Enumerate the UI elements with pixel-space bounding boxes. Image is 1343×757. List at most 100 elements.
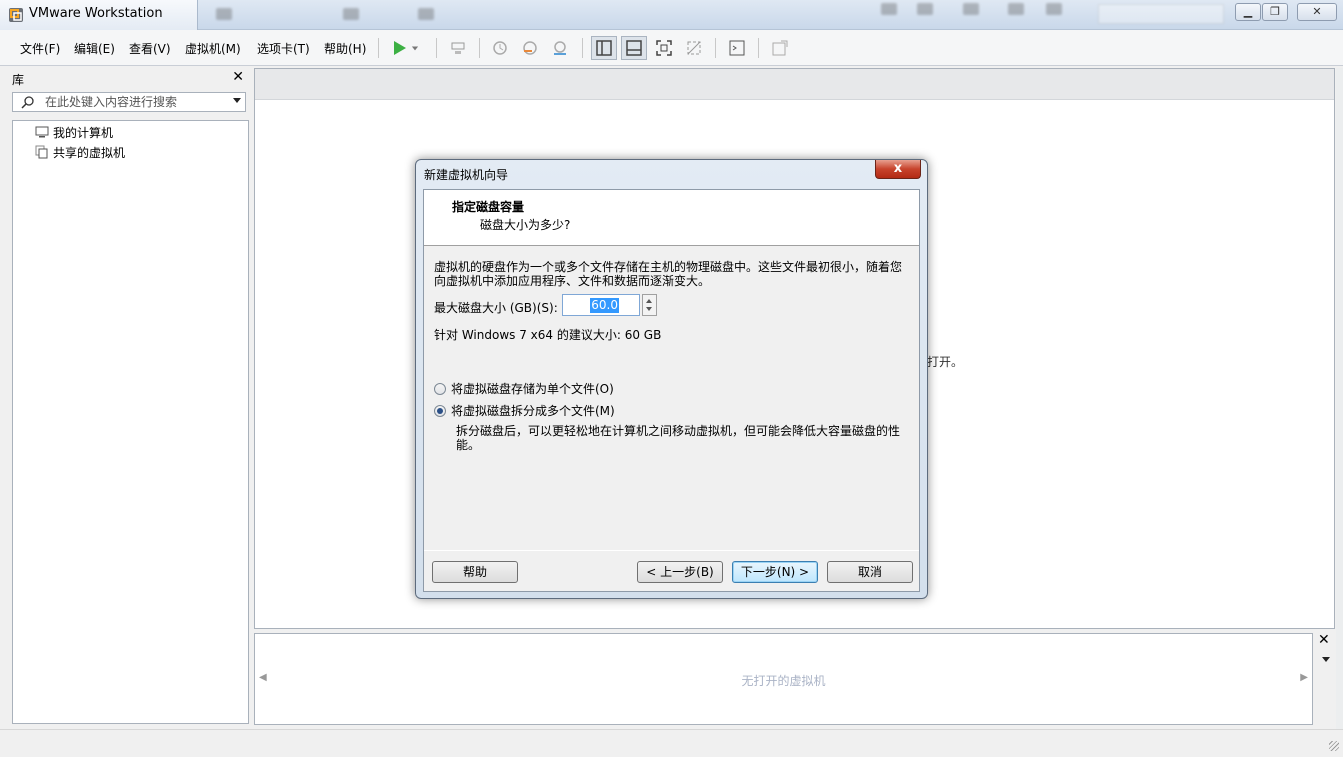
next-button[interactable]: 下一步(N) >	[732, 561, 818, 583]
step-title: 指定磁盘容量	[452, 200, 525, 214]
tree-item-label: 共享的虚拟机	[53, 145, 126, 160]
unity-button[interactable]	[681, 36, 707, 60]
library-panel: 库 ✕ 我的计算机 共享的虚拟机	[8, 68, 250, 726]
menu-vm[interactable]: 虚拟机(M)	[185, 40, 241, 57]
max-disk-size-value[interactable]: 60.0	[590, 298, 619, 313]
revert-snapshot-icon	[523, 41, 537, 55]
menu-tabs[interactable]: 选项卡(T)	[257, 40, 310, 57]
toolbar-separator	[715, 38, 716, 58]
radio-single-file[interactable]: 将虚拟磁盘存储为单个文件(O)	[434, 380, 614, 397]
snapshot-icon	[493, 41, 507, 55]
show-thumbnail-bar-button[interactable]	[621, 36, 647, 60]
radio-label: 将虚拟磁盘存储为单个文件(O)	[451, 382, 614, 396]
max-disk-size-field[interactable]: 60.0	[562, 294, 640, 316]
split-description: 拆分磁盘后，可以更轻松地在计算机之间移动虚拟机，但可能会降低大容量磁盘的性能。	[456, 424, 901, 452]
max-disk-size-label: 最大磁盘大小 (GB)(S):	[434, 301, 558, 315]
menu-help[interactable]: 帮助(H)	[324, 40, 366, 57]
library-search[interactable]	[12, 92, 246, 112]
resize-grip-icon[interactable]	[1329, 741, 1339, 751]
menu-edit[interactable]: 编辑(E)	[74, 40, 115, 57]
minimize-icon: ▁	[1243, 5, 1253, 18]
close-window-button[interactable]: ✕	[1297, 3, 1337, 21]
new-vm-wizard-dialog: 新建虚拟机向导 x 指定磁盘容量 磁盘大小为多少? 虚拟机的硬盘作为一个或多个文…	[415, 159, 928, 599]
library-title: 库	[12, 73, 25, 87]
power-dropdown-button[interactable]	[408, 36, 422, 60]
full-screen-icon	[656, 40, 672, 56]
toolbar-separator	[378, 38, 379, 58]
tree-item-my-computer[interactable]: 我的计算机	[35, 123, 113, 141]
toolbar-separator	[436, 38, 437, 58]
dialog-body: 指定磁盘容量 磁盘大小为多少? 虚拟机的硬盘作为一个或多个文件存储在主机的物理磁…	[423, 189, 920, 592]
close-icon: ✕	[1312, 5, 1322, 18]
radio-split-files[interactable]: 将虚拟磁盘拆分成多个文件(M)	[434, 402, 615, 419]
tab-band	[255, 69, 1334, 100]
vmware-logo-icon	[9, 8, 23, 22]
unity-icon	[687, 41, 701, 55]
toolbar-separator	[479, 38, 480, 58]
help-button[interactable]: 帮助	[432, 561, 518, 583]
right-edge-scroll[interactable]	[1336, 68, 1343, 748]
library-header: 库 ✕	[8, 68, 250, 88]
thumbnail-bar: ◀ 无打开的虚拟机 ▶	[254, 633, 1313, 725]
console-view-button[interactable]	[724, 36, 750, 60]
title-bar: VMware Workstation ▁ ❐ ✕	[0, 0, 1343, 30]
radio-unchecked-icon[interactable]	[434, 382, 446, 395]
spin-down-icon[interactable]	[646, 307, 652, 311]
thumbnail-view-icon	[626, 40, 642, 56]
blurred-icon	[1008, 3, 1024, 15]
send-keys-button[interactable]	[445, 36, 471, 60]
radio-checked-icon[interactable]	[434, 404, 446, 417]
terminal-icon	[729, 40, 745, 56]
library-close-icon[interactable]: ✕	[232, 69, 244, 85]
chevron-down-icon[interactable]	[1322, 657, 1330, 662]
blurred-icon	[1046, 3, 1062, 15]
radio-label: 将虚拟磁盘拆分成多个文件(M)	[451, 404, 615, 418]
blurred-icon	[418, 8, 434, 20]
show-library-button[interactable]	[591, 36, 617, 60]
library-tree: 我的计算机 共享的虚拟机	[12, 120, 249, 724]
blurred-icon	[963, 3, 979, 15]
play-icon	[394, 41, 406, 55]
snapshot-manager-icon	[554, 41, 566, 55]
blurred-tabs-area	[198, 0, 1228, 30]
cancel-button[interactable]: 取消	[827, 561, 913, 583]
minimize-button[interactable]: ▁	[1235, 3, 1261, 21]
shared-vm-icon	[35, 145, 48, 159]
chevron-down-icon[interactable]	[233, 98, 241, 103]
blurred-icon	[917, 3, 933, 15]
computer-icon	[35, 126, 49, 138]
snapshot-button[interactable]	[487, 36, 513, 60]
library-view-icon	[596, 40, 612, 56]
revert-snapshot-button[interactable]	[517, 36, 543, 60]
menu-view[interactable]: 查看(V)	[129, 40, 171, 57]
send-keys-icon	[451, 42, 465, 54]
menu-file[interactable]: 文件(F)	[20, 40, 60, 57]
main-hint-text: 打开。	[927, 355, 964, 369]
thumbnail-close-icon[interactable]: ✕	[1318, 632, 1330, 648]
stretch-icon	[772, 40, 788, 56]
maximize-button[interactable]: ❐	[1262, 3, 1288, 21]
spin-up-icon[interactable]	[646, 299, 652, 303]
snapshot-manager-button[interactable]	[547, 36, 573, 60]
stretch-guest-button[interactable]	[767, 36, 793, 60]
dialog-title: 新建虚拟机向导	[424, 168, 509, 182]
toolbar-separator	[582, 38, 583, 58]
tree-item-shared-vms[interactable]: 共享的虚拟机	[35, 143, 125, 161]
status-bar	[0, 729, 1343, 757]
dialog-close-button[interactable]: x	[875, 160, 921, 179]
restore-icon: ❐	[1270, 5, 1280, 18]
search-icon	[21, 96, 34, 109]
footer-separator	[424, 550, 919, 551]
library-search-input[interactable]	[45, 94, 225, 110]
close-icon: x	[893, 161, 903, 176]
recommended-size-text: 针对 Windows 7 x64 的建议大小: 60 GB	[434, 328, 662, 342]
disk-size-spinner[interactable]	[642, 294, 657, 316]
back-button[interactable]: < 上一步(B)	[637, 561, 723, 583]
scroll-right-icon[interactable]: ▶	[1300, 672, 1308, 683]
thumbnail-empty-text: 无打开的虚拟机	[741, 674, 826, 688]
app-tab[interactable]: VMware Workstation	[0, 0, 198, 30]
chevron-down-icon	[411, 46, 419, 51]
full-screen-button[interactable]	[651, 36, 677, 60]
dialog-header: 指定磁盘容量 磁盘大小为多少?	[424, 190, 919, 246]
disk-description: 虚拟机的硬盘作为一个或多个文件存储在主机的物理磁盘中。这些文件最初很小，随着您向…	[434, 260, 903, 288]
